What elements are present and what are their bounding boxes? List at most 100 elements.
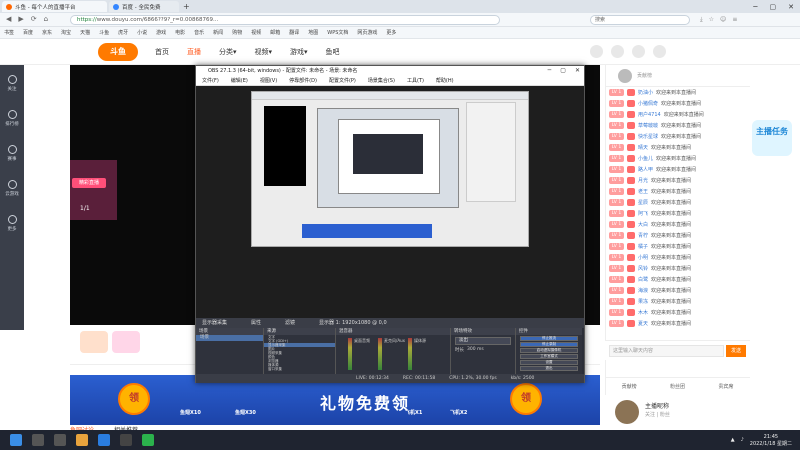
chat-username[interactable]: 白鹭 xyxy=(638,276,648,283)
chat-input[interactable]: 这里输入聊天内容 xyxy=(609,345,724,357)
sidebar-item-events[interactable]: 赛事 xyxy=(7,145,17,162)
chat-username[interactable]: 木木 xyxy=(638,309,648,316)
sidebar-item-rank[interactable]: 排行榜 xyxy=(5,110,19,127)
chat-username[interactable]: 老王 xyxy=(638,188,648,195)
bookmark-item[interactable]: 地图 xyxy=(308,29,318,36)
bookmark-item[interactable]: 天猫 xyxy=(80,29,90,36)
chat-username[interactable]: 阿飞 xyxy=(638,210,648,217)
chat-username[interactable]: 小明 xyxy=(638,254,648,261)
scene-item[interactable]: 场景 xyxy=(196,335,263,341)
forward-icon[interactable]: ▶ xyxy=(18,15,23,23)
bookmark-item[interactable]: 视频 xyxy=(251,29,261,36)
menu-docks[interactable]: 停靠部件(D) xyxy=(289,77,317,85)
chat-message-list[interactable]: LV 1 奶油小 欢迎来到本直播间 LV 1 小猪佩奇 欢迎来到本直播间 LV 1 用户471… xyxy=(606,87,750,329)
bookmark-item[interactable]: 京东 xyxy=(42,29,52,36)
chat-message[interactable]: LV 1 月光 欢迎来到本直播间 xyxy=(606,175,750,186)
bookmark-item[interactable]: 翻译 xyxy=(289,29,299,36)
side-card[interactable] xyxy=(70,160,117,220)
task-view-icon[interactable] xyxy=(54,434,66,446)
obs-control-button[interactable]: 退出 xyxy=(520,366,578,371)
chat-message[interactable]: LV 1 海浪 欢迎来到本直播间 xyxy=(606,285,750,296)
browser-tab-active[interactable]: 斗鱼 - 每个人的直播平台 xyxy=(2,1,107,12)
folder-icon[interactable] xyxy=(76,434,88,446)
tab-fans[interactable]: 粉丝团 xyxy=(670,383,685,390)
chat-message[interactable]: LV 1 小明 欢迎来到本直播间 xyxy=(606,252,750,263)
chat-username[interactable]: 草莓啵啵 xyxy=(638,122,658,129)
nav-category[interactable]: 分类▾ xyxy=(219,47,237,57)
chat-message[interactable]: LV 1 快乐星球 欢迎来到本直播间 xyxy=(606,131,750,142)
bookmark-item[interactable]: 斗鱼 xyxy=(99,29,109,36)
menu-icon[interactable]: ≡ xyxy=(732,16,737,24)
browser-icon[interactable] xyxy=(98,434,110,446)
volume-icon[interactable]: ♪ xyxy=(741,437,744,443)
tab-contribution[interactable]: 贡献榜 xyxy=(622,383,637,390)
close-button[interactable]: ✕ xyxy=(575,67,580,74)
menu-scene-collection[interactable]: 场景集合(S) xyxy=(368,77,395,85)
sidebar-item-follow[interactable]: 关注 xyxy=(7,75,17,92)
chat-message[interactable]: LV 1 用户4714 欢迎来到本直播间 xyxy=(606,109,750,120)
filters-button[interactable]: 滤镜 xyxy=(285,318,295,328)
obs-control-button[interactable]: 工作室模式 xyxy=(520,354,578,359)
chat-message[interactable]: LV 1 大白 欢迎来到本直播间 xyxy=(606,219,750,230)
sidebar-item-cloud-game[interactable]: 云游戏 xyxy=(5,180,19,197)
chat-username[interactable]: 奶油小 xyxy=(638,89,653,96)
bookmark-item[interactable]: 更多 xyxy=(386,29,396,36)
source-item[interactable]: 窗口采集 xyxy=(264,367,335,371)
nav-game[interactable]: 游戏▾ xyxy=(290,47,308,57)
transition-select[interactable]: 淡出 xyxy=(455,337,511,345)
bookmark-item[interactable]: WPS文档 xyxy=(327,29,348,36)
chat-message[interactable]: LV 1 果冻 欢迎来到本直播间 xyxy=(606,296,750,307)
url-input[interactable]: https://www.douyu.com/6866??9?_r=0.00868… xyxy=(70,15,500,25)
chat-message[interactable]: LV 1 晴天 欢迎来到本直播间 xyxy=(606,142,750,153)
chat-message[interactable]: LV 1 青柠 欢迎来到本直播间 xyxy=(606,230,750,241)
bookmark-item[interactable]: 购物 xyxy=(232,29,242,36)
browser-tab[interactable]: 百度 - 全民免费 xyxy=(109,1,179,12)
follow-icon[interactable] xyxy=(611,45,624,58)
avatar[interactable] xyxy=(653,45,666,58)
home-icon[interactable]: ⌂ xyxy=(44,15,48,23)
obs-control-button[interactable]: 设置 xyxy=(520,360,578,365)
chat-message[interactable]: LV 1 风铃 欢迎来到本直播间 xyxy=(606,263,750,274)
chat-message[interactable]: LV 1 奶油小 欢迎来到本直播间 xyxy=(606,87,750,98)
menu-view[interactable]: 视图(V) xyxy=(260,77,277,85)
chat-message[interactable]: LV 1 橘子 欢迎来到本直播间 xyxy=(606,241,750,252)
message-icon[interactable] xyxy=(632,45,645,58)
chat-username[interactable]: 快乐星球 xyxy=(638,133,658,140)
properties-button[interactable]: 属性 xyxy=(251,318,261,328)
bookmark-item[interactable]: 音乐 xyxy=(194,29,204,36)
refresh-icon[interactable]: ⟳ xyxy=(31,15,37,23)
avatar[interactable] xyxy=(618,68,632,83)
back-icon[interactable]: ◀ xyxy=(6,15,11,23)
new-tab-button[interactable]: + xyxy=(183,2,190,11)
search-icon[interactable] xyxy=(32,434,44,446)
maximize-button[interactable]: ▢ xyxy=(560,67,566,74)
obs-icon[interactable] xyxy=(120,434,132,446)
chat-username[interactable]: 星辰 xyxy=(638,199,648,206)
menu-file[interactable]: 文件(F) xyxy=(202,77,219,85)
nav-home[interactable]: 首页 xyxy=(155,47,169,57)
display-select[interactable]: 显示器 1: 1920x1080 @ 0,0 xyxy=(319,318,387,328)
nav-live[interactable]: 直播 xyxy=(187,47,201,57)
streamer-avatar[interactable] xyxy=(615,400,639,424)
obs-control-button[interactable]: 停止推流 xyxy=(520,336,578,341)
bookmark-item[interactable]: 书签 xyxy=(4,29,14,36)
bookmark-item[interactable]: 小说 xyxy=(137,29,147,36)
bookmark-item[interactable]: 网页游戏 xyxy=(357,29,377,36)
obs-control-button[interactable]: 启动虚拟摄像机 xyxy=(520,348,578,353)
douyu-logo[interactable]: 斗鱼 xyxy=(98,43,138,61)
sidebar-item-more[interactable]: 更多 xyxy=(7,215,17,232)
nav-video[interactable]: 视频▾ xyxy=(255,47,273,57)
chat-username[interactable]: 路人甲 xyxy=(638,166,653,173)
minimize-button[interactable]: ─ xyxy=(753,3,757,11)
chat-username[interactable]: 风铃 xyxy=(638,265,648,272)
download-icon[interactable]: ⤓ xyxy=(700,16,703,24)
claim-badge-right[interactable]: 领 xyxy=(510,383,542,415)
menu-tools[interactable]: 工具(T) xyxy=(407,77,424,85)
close-button[interactable]: ✕ xyxy=(788,3,794,11)
chat-username[interactable]: 海浪 xyxy=(638,287,648,294)
obs-control-button[interactable]: 停止录制 xyxy=(520,342,578,347)
chat-message[interactable]: LV 1 草莓啵啵 欢迎来到本直播间 xyxy=(606,120,750,131)
chat-message[interactable]: LV 1 星辰 欢迎来到本直播间 xyxy=(606,197,750,208)
chat-username[interactable]: 用户4714 xyxy=(638,111,661,118)
menu-profile[interactable]: 配置文件(P) xyxy=(329,77,356,85)
